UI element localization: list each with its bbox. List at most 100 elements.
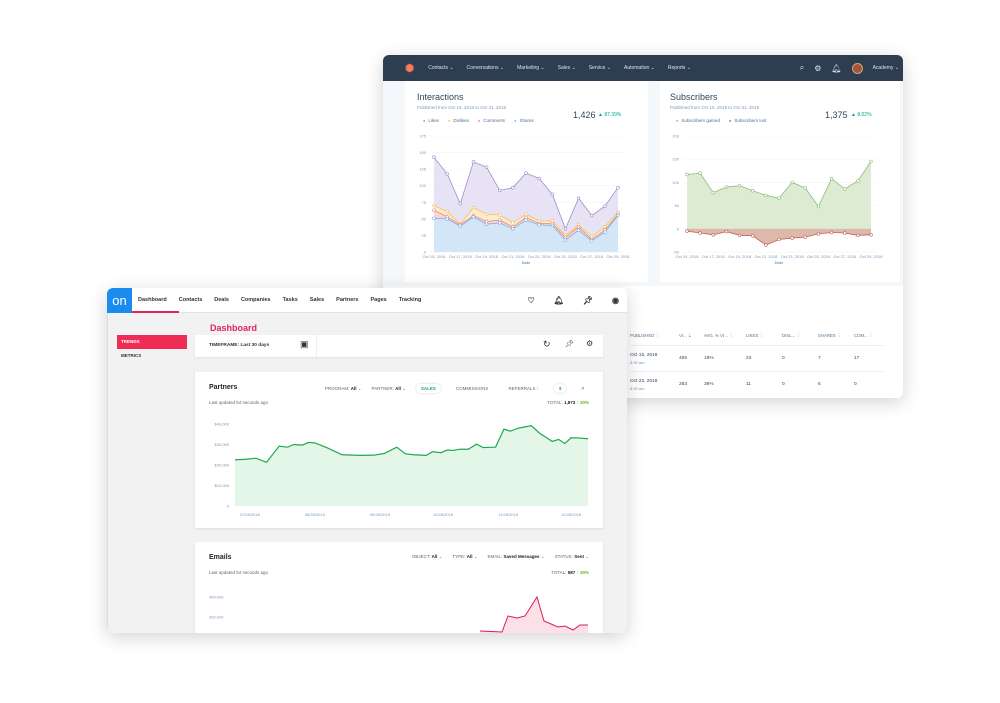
- data-point[interactable]: [484, 165, 489, 169]
- data-point[interactable]: [445, 217, 449, 221]
- table-cell: 7: [818, 356, 821, 361]
- column-header[interactable]: PUBLISHED ⋮: [630, 333, 679, 339]
- data-point[interactable]: [471, 215, 476, 219]
- column-header[interactable]: DISL... ⋮: [782, 333, 818, 339]
- data-point[interactable]: [724, 185, 729, 189]
- data-point[interactable]: [432, 216, 436, 220]
- column-header[interactable]: LIKES ⋮: [746, 333, 782, 339]
- data-point[interactable]: [524, 218, 528, 222]
- table-cell: 18%: [704, 356, 714, 361]
- x-tick-label: Oct 19, 2018: [475, 254, 499, 259]
- data-point[interactable]: [576, 225, 581, 229]
- data-point[interactable]: [603, 230, 607, 234]
- data-point[interactable]: [471, 205, 476, 210]
- table-cell: 17: [854, 356, 860, 361]
- data-point[interactable]: [445, 209, 449, 214]
- data-point[interactable]: [498, 221, 502, 225]
- x-tick-label: 07/28/2018: [240, 512, 261, 517]
- data-point[interactable]: [471, 160, 476, 164]
- x-tick-label: Oct 15, 2018: [423, 254, 447, 259]
- data-point[interactable]: [869, 159, 873, 164]
- y-tick-label: 150: [419, 150, 426, 155]
- data-point[interactable]: [563, 227, 568, 231]
- data-point[interactable]: [603, 204, 607, 208]
- data-point[interactable]: [524, 171, 528, 175]
- data-point[interactable]: [524, 212, 528, 216]
- data-point[interactable]: [803, 186, 807, 190]
- table-row[interactable]: Oct 15, 2018 8:30 am 465 18% 23 0 7 17: [630, 345, 884, 371]
- table-cell: 11: [746, 382, 751, 387]
- data-point[interactable]: [498, 213, 502, 217]
- data-point[interactable]: [603, 225, 607, 229]
- data-point[interactable]: [777, 196, 781, 200]
- data-point[interactable]: [550, 192, 554, 197]
- data-point[interactable]: [484, 212, 489, 216]
- data-point[interactable]: [576, 228, 581, 232]
- table-row[interactable]: Oct 22, 2018 8:30 am 283 38% 11 0 6 0: [630, 371, 884, 397]
- data-point[interactable]: [511, 186, 515, 190]
- data-point[interactable]: [829, 176, 834, 181]
- data-point[interactable]: [432, 203, 436, 208]
- data-point[interactable]: [869, 233, 873, 237]
- table-cell: 0: [782, 356, 785, 361]
- data-point[interactable]: [432, 155, 436, 159]
- data-point[interactable]: [616, 186, 620, 190]
- table-cell: 0: [854, 382, 857, 387]
- table-cell: 38%: [704, 382, 714, 387]
- y-tick-label: $30,000: [215, 442, 230, 447]
- data-point[interactable]: [816, 204, 821, 209]
- column-header[interactable]: SHARES ⋮: [818, 333, 854, 339]
- series-area: [687, 228, 871, 246]
- x-tick-label: Oct 29, 2018: [607, 254, 631, 259]
- data-point[interactable]: [698, 231, 702, 235]
- data-point[interactable]: [511, 221, 515, 225]
- data-point[interactable]: [829, 230, 834, 235]
- data-point[interactable]: [764, 243, 768, 247]
- data-point[interactable]: [751, 189, 755, 193]
- data-point[interactable]: [445, 172, 449, 176]
- data-point[interactable]: [590, 239, 594, 243]
- data-point[interactable]: [685, 172, 689, 177]
- data-point[interactable]: [816, 232, 821, 236]
- data-point[interactable]: [724, 229, 729, 234]
- data-point[interactable]: [590, 213, 594, 218]
- data-point[interactable]: [576, 196, 581, 201]
- data-point[interactable]: [484, 222, 489, 226]
- data-point[interactable]: [537, 223, 541, 227]
- y-tick-label: 0: [227, 504, 230, 509]
- data-point[interactable]: [563, 238, 568, 242]
- data-point[interactable]: [856, 233, 860, 237]
- data-point[interactable]: [790, 180, 794, 185]
- data-point[interactable]: [856, 179, 860, 183]
- x-tick-label: 12/28/2018: [561, 512, 582, 517]
- data-point[interactable]: [711, 190, 715, 195]
- data-point[interactable]: [764, 193, 768, 198]
- data-point[interactable]: [843, 231, 847, 235]
- data-point[interactable]: [711, 233, 715, 237]
- column-header[interactable]: COM... ⋮: [854, 333, 884, 339]
- data-point[interactable]: [777, 237, 781, 242]
- data-point[interactable]: [685, 229, 689, 233]
- dashboard-window: on Dashboard Contacts Deals Companies Tasks S…: [107, 288, 627, 633]
- data-point[interactable]: [737, 233, 742, 237]
- data-point[interactable]: [458, 224, 462, 228]
- x-tick-label: Oct 27, 2018: [833, 254, 857, 259]
- data-point[interactable]: [498, 188, 502, 193]
- data-point[interactable]: [432, 208, 436, 212]
- data-point[interactable]: [537, 176, 541, 181]
- column-header[interactable]: AVG. % VI... ⋮: [704, 333, 746, 339]
- y-tick-label: 150: [672, 157, 679, 162]
- column-header[interactable]: VI... ⇣: [679, 333, 704, 339]
- data-point[interactable]: [511, 227, 515, 231]
- data-point[interactable]: [737, 183, 742, 188]
- data-point[interactable]: [550, 223, 554, 228]
- data-point[interactable]: [751, 234, 755, 238]
- data-point[interactable]: [803, 235, 807, 239]
- x-axis-label: Date: [775, 260, 784, 265]
- data-point[interactable]: [616, 213, 620, 218]
- data-point[interactable]: [458, 201, 462, 206]
- data-point[interactable]: [790, 236, 794, 240]
- data-point[interactable]: [843, 187, 847, 191]
- y-tick-label: 100: [672, 180, 679, 185]
- data-point[interactable]: [698, 171, 702, 175]
